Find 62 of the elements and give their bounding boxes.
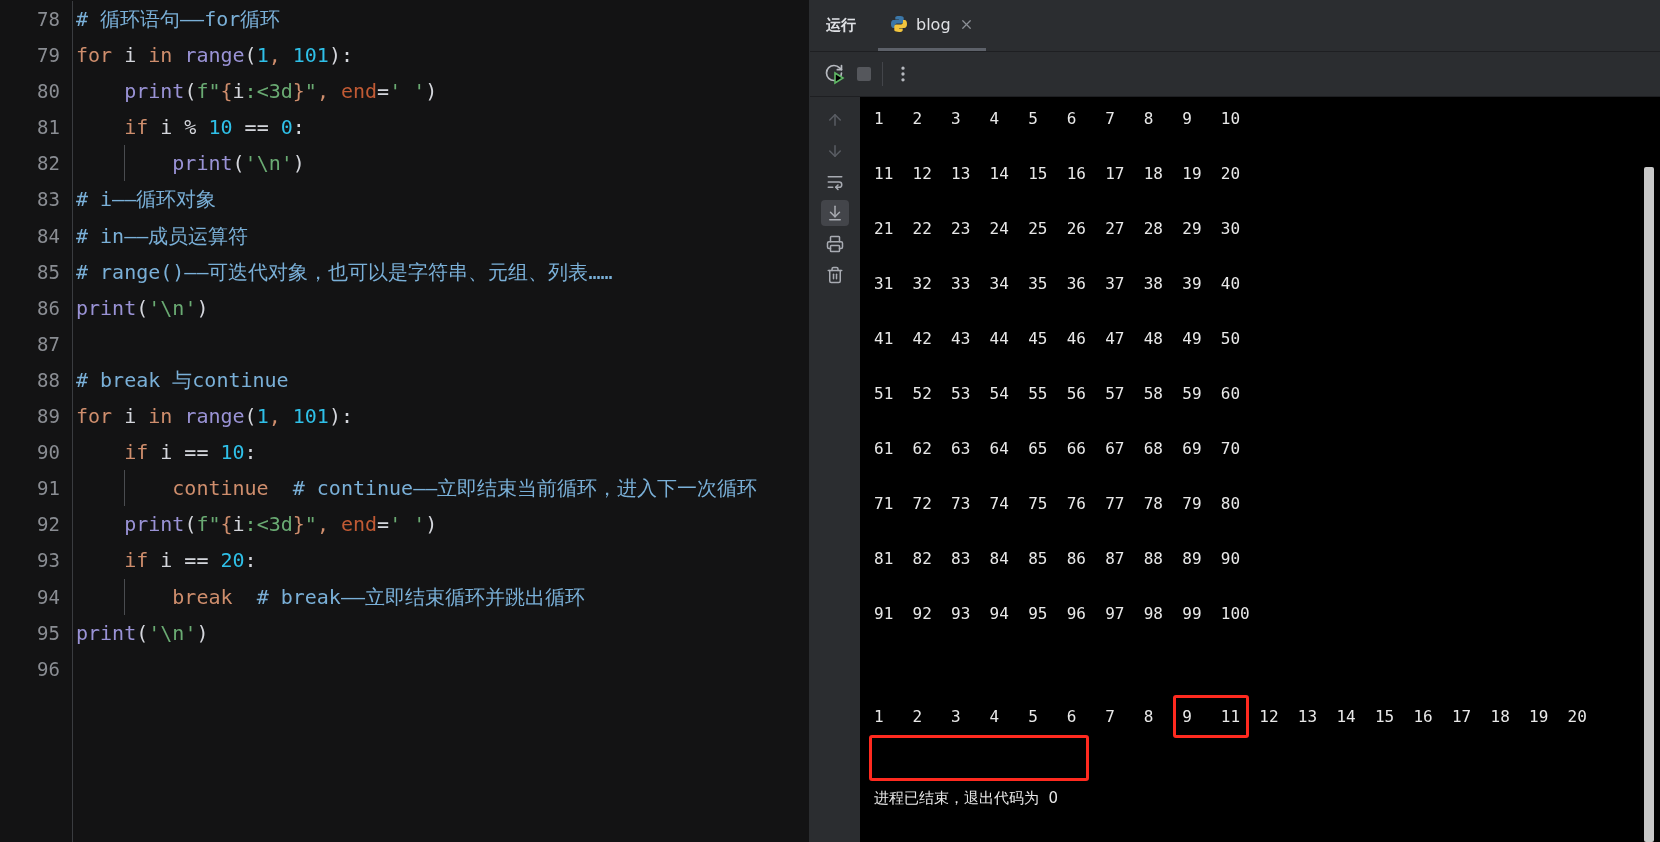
output-text: 1 2 3 4 5 6 7 8 xyxy=(874,706,1155,728)
line-number: 93 xyxy=(37,548,60,574)
code-line: # break 与continue xyxy=(76,366,289,394)
python-icon xyxy=(890,15,908,33)
line-number: 88 xyxy=(37,367,60,393)
scroll-to-end-icon xyxy=(826,204,844,222)
trash-icon xyxy=(826,266,844,284)
line-number: 79 xyxy=(37,43,60,69)
output-line: 81 82 83 84 85 86 87 88 89 90 xyxy=(874,549,1241,568)
line-number: 94 xyxy=(37,584,60,610)
output-line: 51 52 53 54 55 56 57 58 59 60 xyxy=(874,384,1241,403)
scroll-to-end-button[interactable] xyxy=(821,200,849,226)
wrap-icon xyxy=(826,173,844,191)
output-line: 71 72 73 74 75 76 77 78 79 80 xyxy=(874,494,1241,513)
code-line: break # break——立即结束循环并跳出循环 xyxy=(76,578,585,615)
line-number: 92 xyxy=(37,512,60,538)
output-line: 61 62 63 64 65 66 67 68 69 70 xyxy=(874,439,1241,458)
code-line: if i == 20: xyxy=(123,547,257,575)
rerun-button[interactable] xyxy=(824,63,846,85)
line-number: 82 xyxy=(37,151,60,177)
print-icon xyxy=(826,235,844,253)
output-line: 41 42 43 44 45 46 47 48 49 50 xyxy=(874,329,1241,348)
code-line: print(f"{i:<3d}", end=' ') xyxy=(123,511,438,539)
code-line: # range()——可迭代对象，也可以是字符串、元组、列表…… xyxy=(76,258,613,286)
line-number: 80 xyxy=(37,79,60,105)
code-line: if i == 10: xyxy=(123,439,257,467)
code-line: # in——成员运算符 xyxy=(76,222,249,250)
line-number: 83 xyxy=(37,187,60,213)
line-number: 95 xyxy=(37,620,60,646)
output-line: 31 32 33 34 35 36 37 38 39 40 xyxy=(874,274,1241,293)
run-tab[interactable]: blog xyxy=(878,0,986,51)
line-number: 89 xyxy=(37,404,60,430)
code-line: # i——循环对象 xyxy=(76,186,217,214)
output-line: 11 12 13 14 15 16 17 18 19 20 xyxy=(874,164,1241,183)
code-line: continue # continue——立即结束当前循环，进入下一次循环 xyxy=(76,470,758,507)
tab-label: blog xyxy=(916,14,951,34)
highlighted-output: 9 11 xyxy=(1173,695,1250,738)
code-line: print('\n') xyxy=(76,619,209,647)
scrollbar[interactable] xyxy=(1644,167,1654,842)
panel-title: 运行 xyxy=(826,16,856,35)
exit-message: 进程已结束，退出代码为 0 xyxy=(874,789,1059,808)
output-text: 12 13 14 15 16 17 18 19 20 xyxy=(1258,706,1587,728)
line-number: 90 xyxy=(37,440,60,466)
code-line: for i in range(1, 101): xyxy=(76,42,353,70)
line-number: 81 xyxy=(37,115,60,141)
code-line: for i in range(1, 101): xyxy=(76,403,353,431)
line-number: 84 xyxy=(37,223,60,249)
code-line: print('\n') xyxy=(76,294,209,322)
down-arrow-icon xyxy=(826,142,844,160)
code-line: if i % 10 == 0: xyxy=(123,114,305,142)
line-number: 87 xyxy=(37,331,60,357)
code-line: # 循环语句——for循环 xyxy=(76,6,281,33)
line-number: 86 xyxy=(37,295,60,321)
code-line: print(f"{i:<3d}", end=' ') xyxy=(123,78,438,106)
line-number: 78 xyxy=(37,7,60,32)
line-number: 85 xyxy=(37,259,60,285)
line-number: 96 xyxy=(37,656,60,682)
code-line: print('\n') xyxy=(76,145,305,182)
output-line: 21 22 23 24 25 26 27 28 29 30 xyxy=(874,219,1241,238)
output-line: 91 92 93 94 95 96 97 98 99 100 xyxy=(874,604,1250,623)
line-number: 91 xyxy=(37,476,60,502)
output-line: 1 2 3 4 5 6 7 8 9 10 xyxy=(874,109,1241,128)
